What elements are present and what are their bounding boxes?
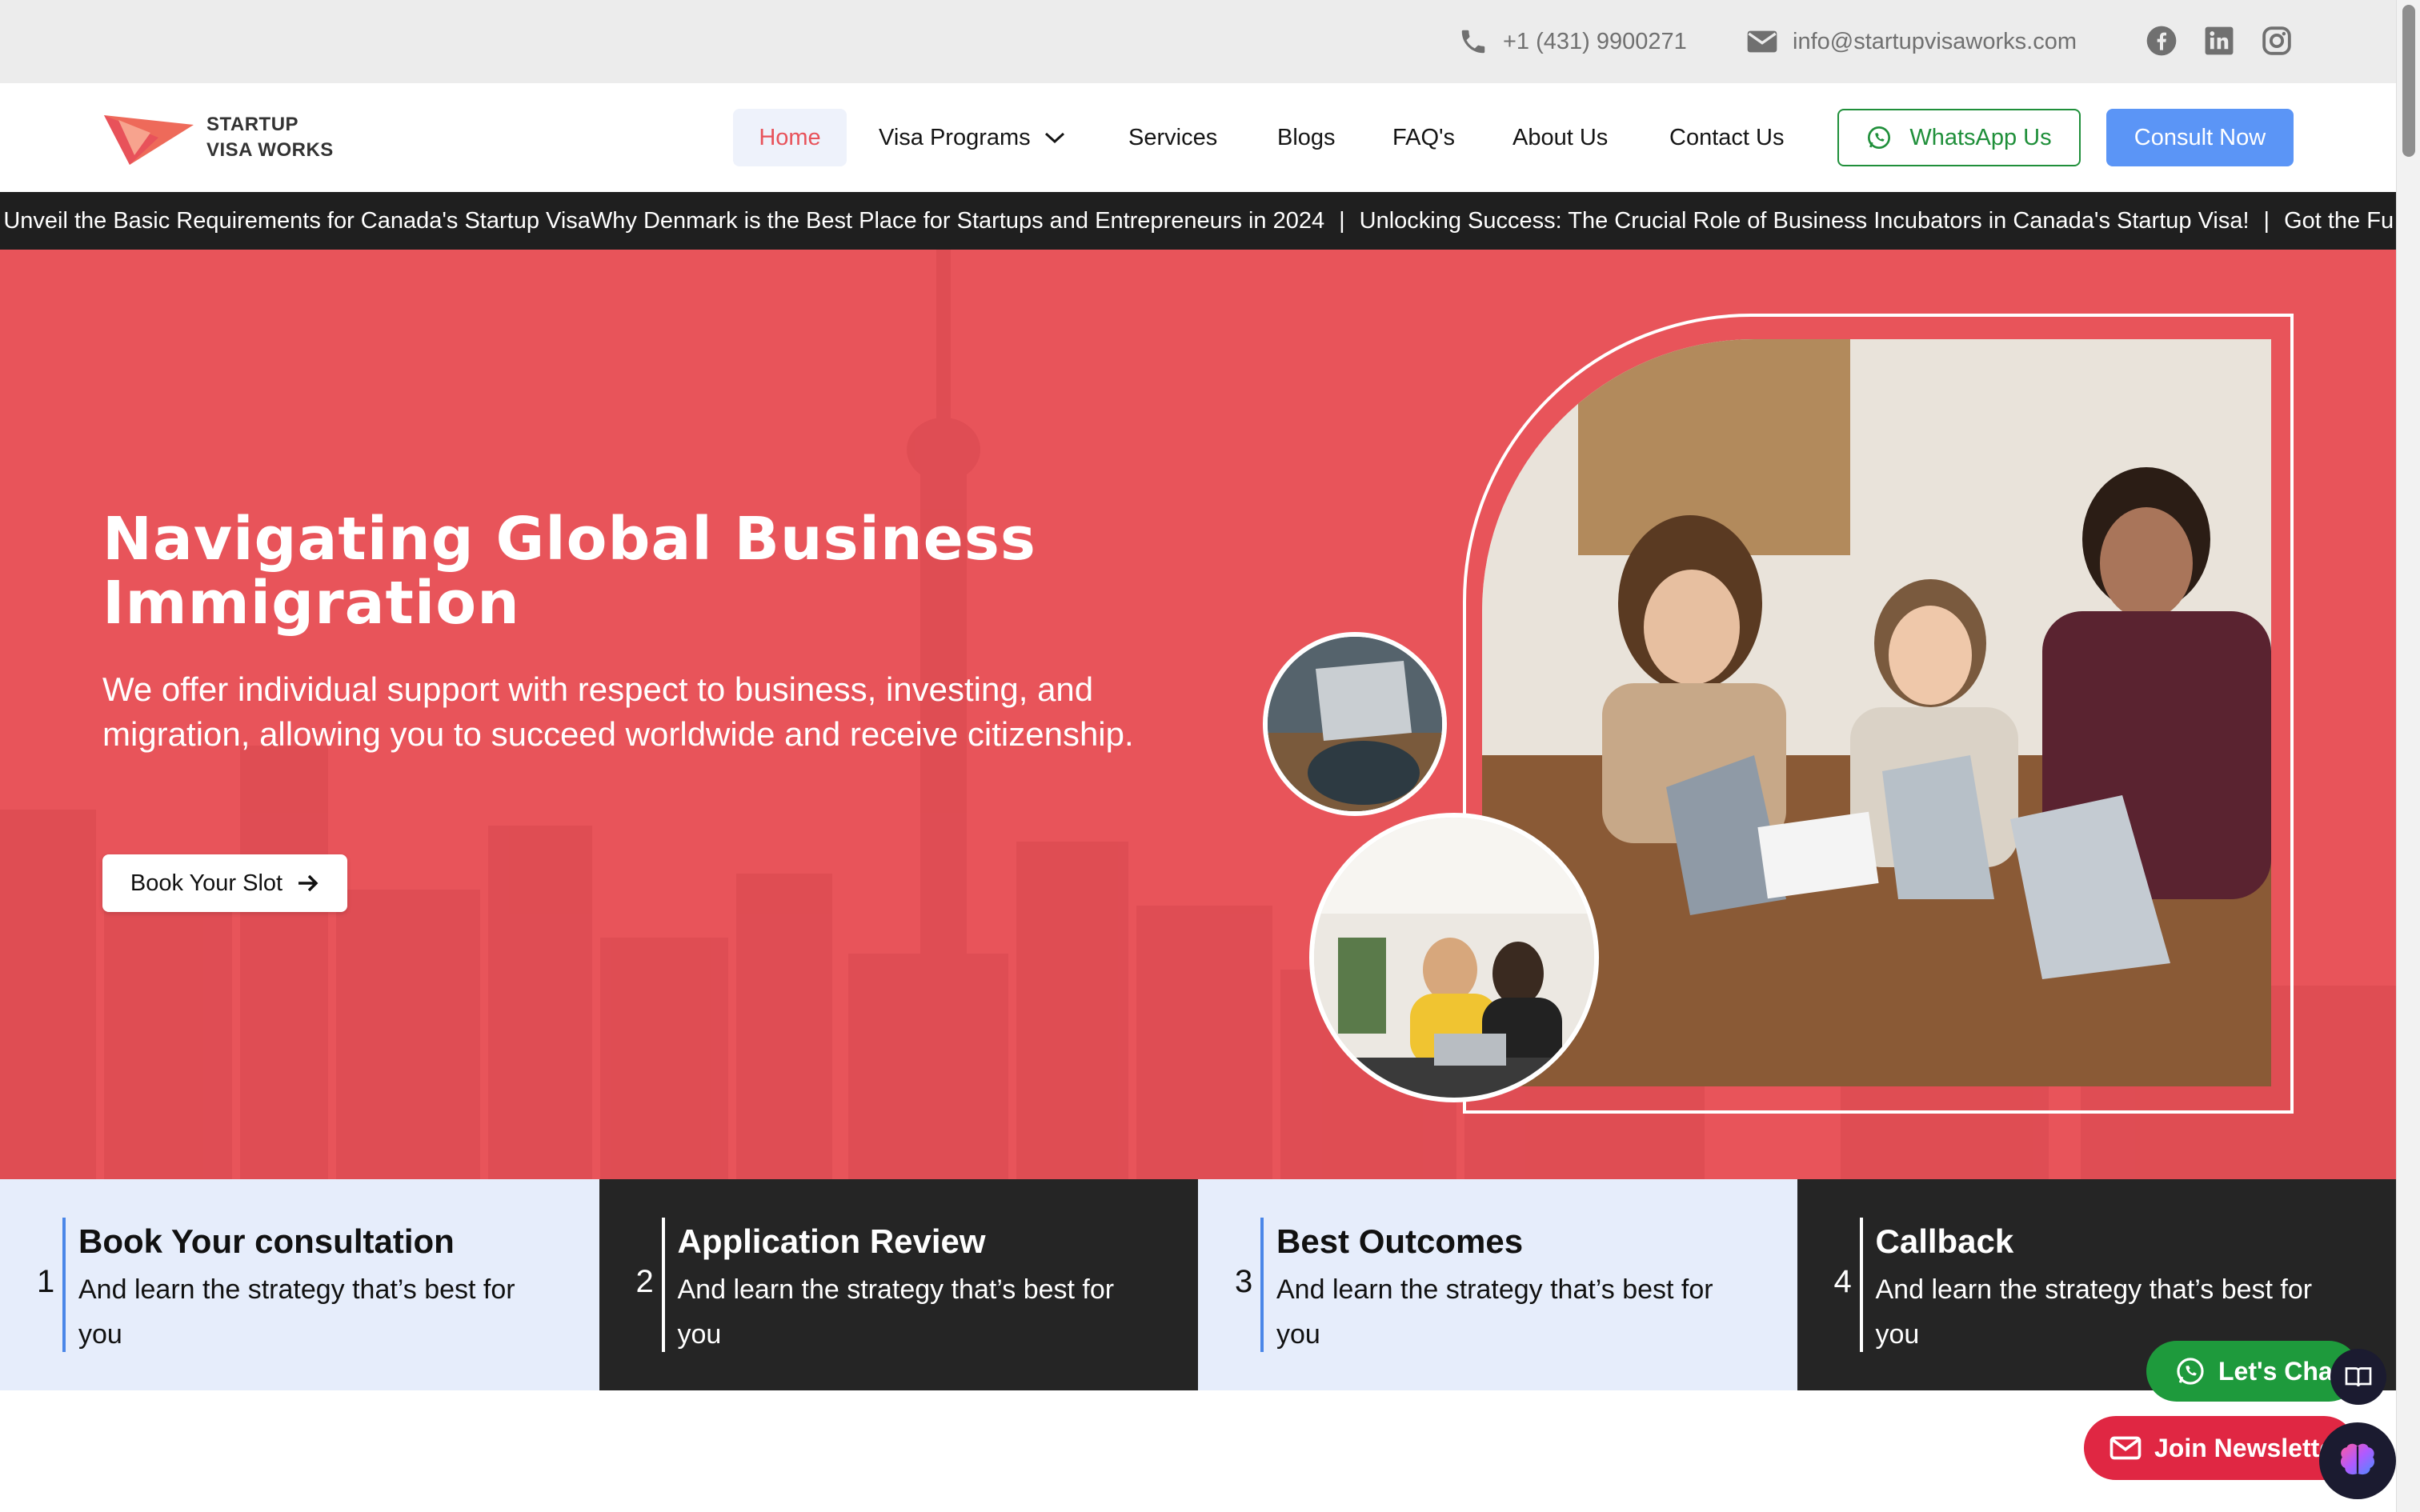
facebook-link[interactable] <box>2145 24 2178 58</box>
whatsapp-button[interactable]: WhatsApp Us <box>1837 109 2081 166</box>
step-divider <box>661 1218 665 1352</box>
envelope-icon <box>2109 1436 2142 1460</box>
facebook-icon <box>2146 26 2177 56</box>
brand-wordmark: STARTUP VISA WORKS <box>206 112 334 163</box>
reader-mode-button[interactable] <box>2330 1349 2386 1405</box>
coworkers-laptop-illustration <box>1314 818 1594 1098</box>
coworkers-laptop-photo <box>1309 813 1599 1102</box>
step-description: And learn the strategy that’s best for y… <box>78 1274 515 1350</box>
step-title: Application Review <box>677 1222 986 1260</box>
ticker-item[interactable]: d? Unveil the Basic Requirements for Can… <box>0 208 1324 234</box>
step-description: And learn the strategy that’s best for y… <box>1276 1274 1713 1350</box>
consult-now-button[interactable]: Consult Now <box>2106 109 2294 166</box>
ticker-item[interactable]: Unlocking Success: The Crucial Role of B… <box>1360 208 2250 234</box>
nav-contact-us[interactable]: Contact Us <box>1669 109 1784 166</box>
envelope-icon <box>1747 30 1777 53</box>
brand-line-1: STARTUP <box>206 114 299 135</box>
nav-faq[interactable]: FAQ's <box>1392 109 1455 166</box>
news-ticker: d? Unveil the Basic Requirements for Can… <box>0 192 2396 250</box>
lets-chat-button[interactable]: Let's Chat <box>2146 1341 2359 1402</box>
brain-icon <box>2340 1443 2375 1475</box>
step-title: Best Outcomes <box>1276 1222 1524 1260</box>
team-meeting-illustration <box>1482 339 2271 1086</box>
step-divider <box>1859 1218 1863 1352</box>
linkedin-link[interactable] <box>2202 24 2236 58</box>
lets-chat-label: Let's Chat <box>2218 1356 2342 1386</box>
book-your-slot-label: Book Your Slot <box>130 870 283 896</box>
top-utility-bar: +1 (431) 9900271 info@startupvisaworks.c… <box>0 0 2396 83</box>
step-number: 1 <box>37 1264 55 1299</box>
scrollbar-thumb[interactable] <box>2402 5 2415 157</box>
step-number: 2 <box>635 1264 654 1299</box>
nav-blogs[interactable]: Blogs <box>1277 109 1336 166</box>
chevron-down-icon <box>1044 132 1064 144</box>
whatsapp-button-label: WhatsApp Us <box>1909 124 2052 150</box>
ai-assistant-button[interactable] <box>2319 1422 2396 1499</box>
nav-visa-programs[interactable]: Visa Programs <box>879 109 1066 166</box>
laptop-typing-photo <box>1263 632 1447 816</box>
brand-line-2: VISA WORKS <box>206 139 334 161</box>
hero-title: Navigating Global Business Immigration <box>102 505 1036 638</box>
page-scrollbar[interactable] <box>2396 0 2420 1512</box>
ticker-separator: | <box>1339 207 1345 234</box>
step-divider <box>62 1218 66 1352</box>
nav-visa-programs-label: Visa Programs <box>879 124 1031 150</box>
main-navbar: STARTUP VISA WORKS Home Visa Programs Se… <box>0 83 2396 192</box>
nav-about-us[interactable]: About Us <box>1512 109 1608 166</box>
arrow-right-icon <box>298 874 319 892</box>
instagram-link[interactable] <box>2260 24 2294 58</box>
step-description: And learn the strategy that’s best for y… <box>677 1274 1115 1350</box>
email-address: info@startupvisaworks.com <box>1793 28 2077 54</box>
process-steps: 1 Book Your consultation And learn the s… <box>0 1179 2396 1390</box>
step-divider <box>1260 1218 1264 1352</box>
step-title: Book Your consultation <box>78 1222 455 1260</box>
phone-contact[interactable]: +1 (431) 9900271 <box>1458 0 1687 83</box>
hero-subtitle: We offer individual support with respect… <box>102 670 1134 753</box>
phone-icon <box>1461 30 1485 54</box>
ticker-item[interactable]: Got the Fu <box>2284 208 2394 234</box>
brand-logo[interactable]: STARTUP VISA WORKS <box>102 109 334 166</box>
join-newsletter-button[interactable]: Join Newsletter <box>2084 1416 2356 1480</box>
step-number: 4 <box>1833 1264 1852 1299</box>
step-number: 3 <box>1235 1264 1253 1299</box>
ticker-track: d? Unveil the Basic Requirements for Can… <box>0 192 2394 250</box>
team-meeting-photo <box>1482 339 2271 1086</box>
nav-home[interactable]: Home <box>733 109 847 166</box>
step-card: 3 Best Outcomes And learn the strategy t… <box>1198 1179 1797 1390</box>
step-card: 2 Application Review And learn the strat… <box>599 1179 1198 1390</box>
paper-plane-logo-icon <box>104 115 194 165</box>
instagram-icon <box>2262 26 2291 55</box>
join-newsletter-label: Join Newsletter <box>2154 1433 2344 1462</box>
step-title: Callback <box>1875 1222 2014 1260</box>
hero-section: Navigating Global Business Immigration W… <box>0 250 2396 1179</box>
nav-services[interactable]: Services <box>1128 109 1217 166</box>
whatsapp-icon <box>2177 1358 2204 1385</box>
phone-number: +1 (431) 9900271 <box>1503 28 1687 54</box>
whatsapp-icon <box>1868 126 1891 149</box>
book-your-slot-button[interactable]: Book Your Slot <box>102 854 347 912</box>
linkedin-icon <box>2205 26 2234 55</box>
ticker-separator: | <box>2263 207 2270 234</box>
laptop-typing-illustration <box>1268 637 1442 811</box>
email-contact[interactable]: info@startupvisaworks.com <box>1746 0 2077 83</box>
book-open-icon <box>2345 1367 2372 1387</box>
step-card: 1 Book Your consultation And learn the s… <box>0 1179 599 1390</box>
